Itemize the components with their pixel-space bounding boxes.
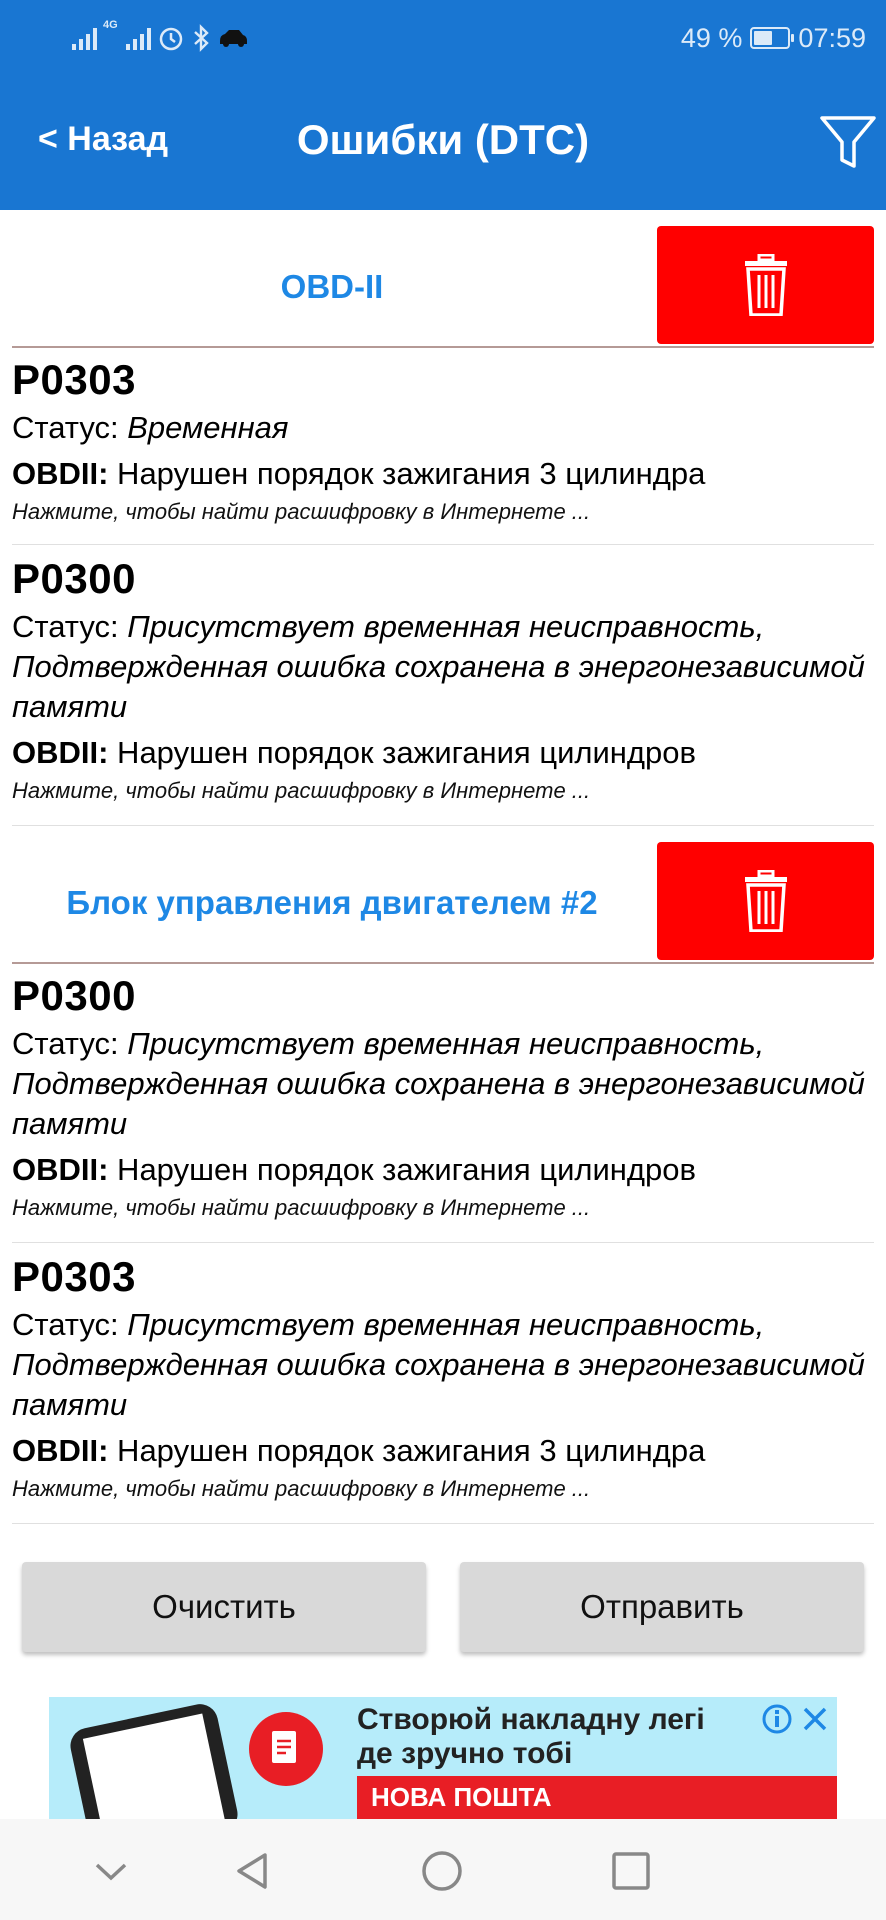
clock: 07:59 — [798, 22, 866, 53]
dtc-item[interactable]: P0300 Статус: Присутствует временная неи… — [12, 962, 874, 1243]
search-hint[interactable]: Нажмите, чтобы найти расшифровку в Интер… — [12, 1475, 874, 1503]
ad-close-button[interactable] — [799, 1703, 831, 1735]
send-button[interactable]: Отправить — [460, 1562, 864, 1652]
ad-banner[interactable]: Створюй накладну легі де зручно тобі НОВ… — [49, 1697, 837, 1819]
group-header-obd2: OBD-II — [0, 210, 886, 348]
clear-button[interactable]: Очистить — [22, 1562, 426, 1652]
trash-icon — [744, 870, 787, 932]
dtc-list: OBD-II P0303 Статус: Временная OBDII: На… — [0, 210, 886, 1524]
document-icon — [249, 1712, 323, 1786]
dtc-status: Статус: Присутствует временная неисправн… — [12, 1305, 874, 1425]
battery-percent: 49 % — [680, 22, 743, 53]
dtc-description: OBDII: Нарушен порядок зажигания цилиндр… — [12, 733, 874, 773]
dtc-item[interactable]: P0300 Статус: Присутствует временная неи… — [12, 545, 874, 826]
desc-text: Нарушен порядок зажигания 3 цилиндра — [108, 1433, 706, 1468]
network-type: 4G — [103, 19, 118, 31]
desc-prefix: OBDII: — [12, 456, 109, 491]
bluetooth-icon — [193, 24, 209, 52]
desc-prefix: OBDII: — [12, 1152, 109, 1187]
group-title: OBD-II — [280, 268, 384, 305]
dtc-code: P0300 — [12, 972, 136, 1019]
dtc-description: OBDII: Нарушен порядок зажигания 3 цилин… — [12, 454, 874, 494]
info-icon — [762, 1704, 792, 1734]
dtc-description: OBDII: Нарушен порядок зажигания цилиндр… — [12, 1150, 874, 1190]
battery-icon — [750, 27, 795, 49]
ad-brand: НОВА ПОШТА — [357, 1776, 837, 1819]
delete-group-button[interactable] — [657, 842, 874, 960]
signal-icon-2 — [125, 26, 151, 50]
filter-button[interactable] — [816, 110, 880, 174]
nav-hide-button[interactable] — [89, 1849, 133, 1893]
group-title: Блок управления двигателем #2 — [66, 884, 598, 921]
status-value: Присутствует временная неисправность, По… — [12, 1026, 865, 1141]
ad-headline-line2: де зручно тобі — [357, 1737, 573, 1770]
close-icon — [803, 1707, 827, 1731]
ad-headline: Створюй накладну легі де зручно тобі — [357, 1703, 705, 1771]
desc-text: Нарушен порядок зажигания цилиндров — [108, 735, 696, 770]
trash-icon — [744, 254, 787, 316]
status-label: Статус: — [12, 1026, 128, 1061]
status-bar: 4G 49 % 07:59 — [0, 0, 886, 76]
system-nav-bar — [0, 1819, 886, 1920]
status-value: Присутствует временная неисправность, По… — [12, 609, 865, 724]
alarm-icon — [159, 27, 182, 51]
recents-square-icon — [612, 1852, 650, 1890]
ad-info-button[interactable] — [761, 1703, 793, 1735]
status-label: Статус: — [12, 1307, 128, 1342]
nav-home-button[interactable] — [420, 1849, 464, 1893]
car-icon — [219, 30, 247, 47]
app-bar: < Назад Ошибки (DTC) — [0, 76, 886, 210]
desc-prefix: OBDII: — [12, 735, 109, 770]
search-hint[interactable]: Нажмите, чтобы найти расшифровку в Интер… — [12, 498, 874, 526]
dtc-item[interactable]: P0303 Статус: Присутствует временная неи… — [12, 1243, 874, 1524]
dtc-code: P0303 — [12, 1253, 136, 1300]
status-icons-left: 4G — [72, 20, 249, 56]
back-triangle-icon — [237, 1853, 267, 1889]
status-value: Присутствует временная неисправность, По… — [12, 1307, 865, 1422]
dtc-item[interactable]: P0303 Статус: Временная OBDII: Нарушен п… — [12, 346, 874, 545]
status-label: Статус: — [12, 410, 128, 445]
filter-icon — [820, 116, 876, 168]
desc-text: Нарушен порядок зажигания цилиндров — [108, 1152, 696, 1187]
action-bar: Очистить Отправить — [0, 1562, 886, 1652]
desc-text: Нарушен порядок зажигания 3 цилиндра — [108, 456, 706, 491]
signal-icon — [72, 26, 97, 50]
dtc-status: Статус: Временная — [12, 408, 874, 448]
delete-group-button[interactable] — [657, 226, 874, 344]
nav-back-button[interactable] — [231, 1849, 275, 1893]
status-value: Временная — [127, 410, 289, 445]
dtc-status: Статус: Присутствует временная неисправн… — [12, 1024, 874, 1144]
status-icons-right: 49 % 07:59 — [681, 20, 866, 56]
chevron-down-icon — [95, 1863, 127, 1881]
search-hint[interactable]: Нажмите, чтобы найти расшифровку в Интер… — [12, 777, 874, 805]
ad-phone-image — [67, 1700, 241, 1819]
page-title: Ошибки (DTC) — [296, 116, 590, 163]
dtc-status: Статус: Присутствует временная неисправн… — [12, 607, 874, 727]
home-circle-icon — [422, 1851, 462, 1891]
dtc-code: P0300 — [12, 555, 136, 602]
status-label: Статус: — [12, 609, 128, 644]
group-header-ecu2: Блок управления двигателем #2 — [0, 826, 886, 964]
dtc-code: P0303 — [12, 356, 136, 403]
ad-headline-line1: Створюй накладну легі — [357, 1703, 705, 1736]
desc-prefix: OBDII: — [12, 1433, 109, 1468]
dtc-description: OBDII: Нарушен порядок зажигания 3 цилин… — [12, 1431, 874, 1471]
search-hint[interactable]: Нажмите, чтобы найти расшифровку в Интер… — [12, 1194, 874, 1222]
nav-recents-button[interactable] — [609, 1849, 653, 1893]
